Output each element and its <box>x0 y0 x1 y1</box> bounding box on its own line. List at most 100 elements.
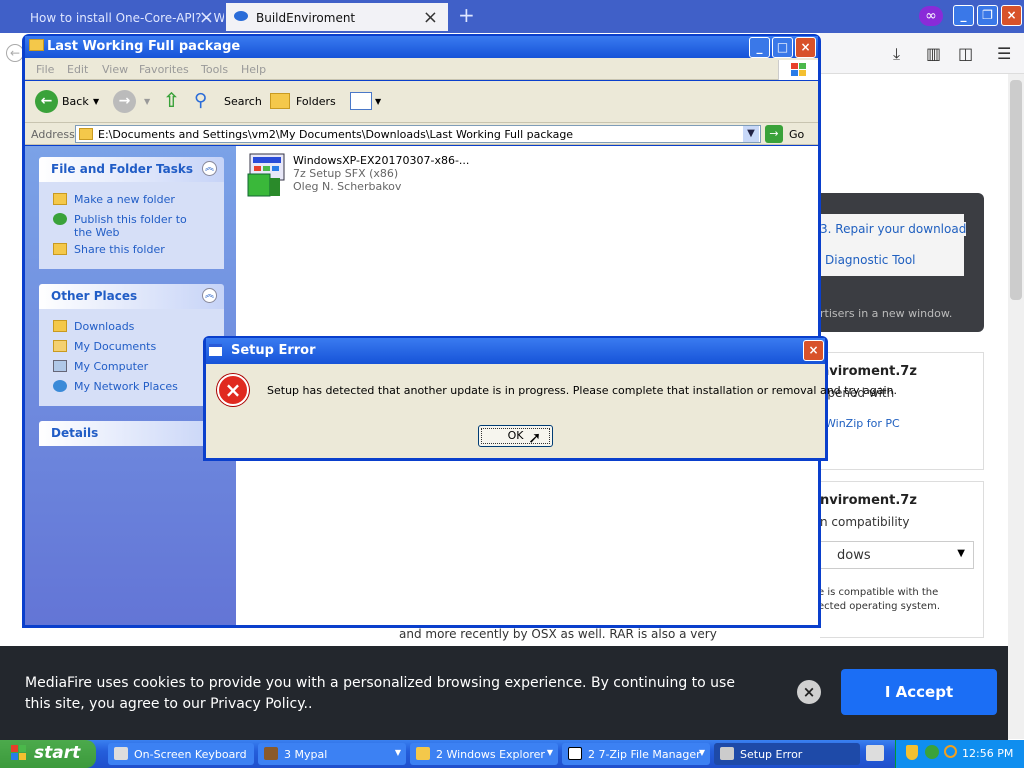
back-button-label[interactable]: Back <box>62 95 89 108</box>
tab-how-to-install[interactable]: How to install One-Core-API? - W × <box>0 3 224 31</box>
file-folder-tasks-header[interactable]: File and Folder Tasks <box>39 157 224 182</box>
7zip-icon <box>568 747 582 760</box>
explorer-titlebar[interactable]: Last Working Full package <box>25 36 818 58</box>
cookie-close-button[interactable]: × <box>797 680 821 704</box>
network-tray-icon[interactable] <box>925 745 939 759</box>
collapse-chevron-icon[interactable]: ︽ <box>202 288 217 303</box>
share-folder-icon <box>53 243 67 255</box>
close-button[interactable]: × <box>1001 5 1022 26</box>
address-input[interactable]: E:\Documents and Settings\vm2\My Documen… <box>75 125 761 143</box>
my-computer-icon <box>53 360 67 372</box>
diagnostic-tool-link[interactable]: Diagnostic Tool <box>825 253 916 267</box>
setup-icon <box>720 747 734 760</box>
chevron-down-icon[interactable]: ▼ <box>93 97 99 106</box>
dialog-titlebar[interactable]: Setup Error <box>206 338 825 364</box>
taskbar-item-windows-explorer[interactable]: 2 Windows Explorer ▼ <box>410 743 558 765</box>
library-icon[interactable]: ▥ <box>926 44 941 63</box>
chevron-down-icon: ▼ <box>394 748 401 757</box>
minimize-button[interactable]: _ <box>953 5 974 26</box>
back-arrow-icon[interactable]: ← <box>35 90 58 113</box>
search-tray-icon[interactable] <box>944 745 957 758</box>
taskbar-item-label: On-Screen Keyboard <box>134 748 247 761</box>
maximize-button[interactable]: ❐ <box>977 5 998 26</box>
windows-flag-icon <box>10 744 28 762</box>
mypal-icon <box>264 747 278 760</box>
sfx-archive-icon[interactable] <box>246 152 288 198</box>
ok-button[interactable]: OK <box>478 425 553 447</box>
folders-button-label[interactable]: Folders <box>296 95 336 108</box>
private-browsing-icon: ∞ <box>919 6 943 26</box>
tab-close-icon[interactable]: × <box>199 7 214 28</box>
menu-view[interactable]: View <box>102 63 128 76</box>
file-name[interactable]: WindowsXP-EX20170307-x86-... <box>293 154 469 167</box>
download-icon[interactable]: ⤓ <box>893 44 900 64</box>
security-shield-icon[interactable] <box>906 745 918 760</box>
dialog-title: Setup Error <box>231 343 316 358</box>
start-label: start <box>34 743 81 763</box>
cookie-text: MediaFire uses cookies to provide you wi… <box>25 675 735 712</box>
search-icon[interactable]: ⚲ <box>194 90 218 112</box>
taskbar-item-7zip[interactable]: 2 7-Zip File Manager ▼ <box>562 743 710 765</box>
winzip-link[interactable]: WinZip for PC <box>825 417 900 430</box>
menu-tools[interactable]: Tools <box>201 63 228 76</box>
taskbar-item-setup-error[interactable]: Setup Error <box>714 743 860 765</box>
chevron-down-icon[interactable]: ▼ <box>144 97 150 106</box>
menu-help[interactable]: Help <box>241 63 266 76</box>
place-my-network[interactable]: My Network Places <box>74 380 178 393</box>
search-button-label[interactable]: Search <box>224 95 262 108</box>
keyboard-icon <box>114 747 128 760</box>
os-select[interactable]: dows ▼ <box>820 541 974 569</box>
compat-text: e is compatible with the <box>818 587 939 598</box>
new-tab-button[interactable]: + <box>458 3 475 27</box>
address-value: E:\Documents and Settings\vm2\My Documen… <box>98 128 574 141</box>
collapse-chevron-icon[interactable]: ︽ <box>202 161 217 176</box>
other-places-header[interactable]: Other Places <box>39 284 224 309</box>
menu-favorites[interactable]: Favorites <box>139 63 189 76</box>
folders-icon[interactable] <box>270 93 290 109</box>
dialog-message: Setup has detected that another update i… <box>267 384 897 397</box>
taskbar-item-onscreen-keyboard[interactable]: On-Screen Keyboard <box>108 743 254 765</box>
forward-arrow-icon[interactable]: → <box>113 90 136 113</box>
chevron-down-icon[interactable]: ▼ <box>375 97 381 106</box>
accept-cookies-button[interactable]: I Accept <box>841 669 997 715</box>
share-folder-link[interactable]: Share this folder <box>74 243 165 256</box>
chevron-down-icon[interactable]: ▼ <box>743 126 759 142</box>
publish-web-icon <box>53 213 67 225</box>
explorer-maximize-button[interactable]: □ <box>772 37 793 58</box>
taskbar-item-label: Setup Error <box>740 748 803 761</box>
tab-close-icon[interactable]: × <box>423 7 438 28</box>
make-new-folder-link[interactable]: Make a new folder <box>74 193 175 206</box>
explorer-minimize-button[interactable]: _ <box>749 37 770 58</box>
section-title: File and Folder Tasks <box>51 162 194 176</box>
details-header[interactable]: Details <box>39 421 224 446</box>
place-downloads[interactable]: Downloads <box>74 320 134 333</box>
repair-download-link[interactable]: 3. Repair your download <box>812 222 967 236</box>
up-folder-icon[interactable]: ⇧ <box>163 88 183 112</box>
views-icon[interactable] <box>350 92 372 110</box>
menu-file[interactable]: File <box>36 63 54 76</box>
ads-note: rtisers in a new window. <box>820 307 953 320</box>
dialog-close-button[interactable]: × <box>803 340 824 361</box>
menu-icon[interactable]: ☰ <box>997 44 1011 63</box>
os-select-value: dows <box>837 548 871 563</box>
explorer-close-button[interactable]: × <box>795 37 816 58</box>
taskbar-item-mypal[interactable]: 3 Mypal ▼ <box>258 743 406 765</box>
chevron-down-icon: ▼ <box>546 748 553 757</box>
browser-toolbar <box>820 33 1024 74</box>
folder-icon <box>29 39 44 51</box>
place-my-documents[interactable]: My Documents <box>74 340 156 353</box>
mediafire-icon <box>234 11 248 21</box>
publish-folder-link[interactable]: Publish this folder to the Web <box>74 213 204 239</box>
keyboard-tray-icon[interactable] <box>866 745 884 761</box>
place-my-computer[interactable]: My Computer <box>74 360 148 373</box>
tab-buildenviroment[interactable]: BuildEnviroment × <box>226 3 448 31</box>
sidebar-icon[interactable]: ◫ <box>958 44 973 63</box>
chevron-down-icon: ▼ <box>957 548 965 559</box>
menu-edit[interactable]: Edit <box>67 63 88 76</box>
section-title: Details <box>51 426 99 440</box>
tab-title: How to install One-Core-API? - W <box>30 11 224 25</box>
go-arrow-icon[interactable]: → <box>765 125 783 143</box>
go-button-label[interactable]: Go <box>789 128 804 141</box>
system-clock[interactable]: 12:56 PM <box>962 747 1013 760</box>
scrollbar-thumb[interactable] <box>1010 80 1022 300</box>
